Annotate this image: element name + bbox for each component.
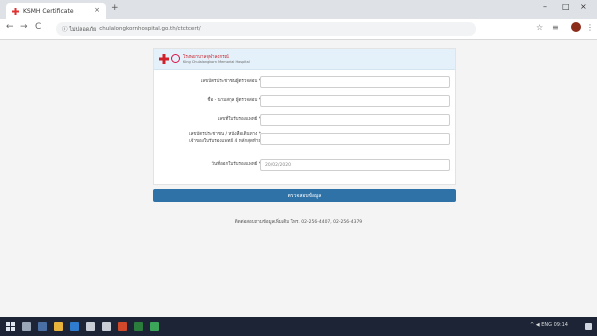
bookmark-star-icon[interactable]: ☆ bbox=[536, 23, 543, 32]
window-close-button[interactable]: × bbox=[580, 2, 587, 11]
hospital-seal-icon bbox=[171, 54, 180, 63]
checker-name-input[interactable] bbox=[260, 95, 450, 107]
excel-icon[interactable] bbox=[134, 322, 143, 331]
task-view-icon[interactable] bbox=[38, 322, 47, 331]
new-tab-button[interactable]: + bbox=[111, 3, 119, 13]
checker-id-input[interactable] bbox=[260, 76, 450, 88]
security-indicator[interactable]: ⓘ ไม่ปลอดภัย bbox=[62, 25, 96, 34]
hospital-name: โรงพยาบาลจุฬาลงกรณ์ bbox=[183, 55, 229, 60]
edge-icon[interactable] bbox=[70, 322, 79, 331]
browser-toolbar: ← → C ⓘ ไม่ปลอดภัย chulalongkornhospital… bbox=[0, 19, 597, 40]
browser-tab[interactable]: KSMH Certificate × bbox=[6, 3, 106, 19]
chrome-icon[interactable] bbox=[150, 322, 159, 331]
verification-form-card: โรงพยาบาลจุฬาลงกรณ์ King Chulalongkorn M… bbox=[153, 48, 456, 185]
reload-button[interactable]: C bbox=[35, 22, 41, 32]
tab-close-icon[interactable]: × bbox=[94, 6, 100, 14]
url-text: chulalongkornhospital.go.th/ctctcert/ bbox=[99, 26, 201, 32]
verify-button[interactable]: ตรวจสอบข้อมูล bbox=[153, 189, 456, 202]
office-icon[interactable] bbox=[118, 322, 127, 331]
field-label: เลขที่ใบรับรองแพทย์ * bbox=[217, 117, 261, 122]
owner-id-last4-input[interactable] bbox=[260, 133, 450, 145]
store-icon[interactable] bbox=[86, 322, 95, 331]
field-label: เลขบัตรประชาชน / หนังสือเดินทาง * bbox=[189, 132, 261, 137]
mail-icon[interactable] bbox=[102, 322, 111, 331]
hospital-subtitle: King Chulalongkorn Memorial Hospital bbox=[183, 60, 250, 64]
address-bar[interactable]: ⓘ ไม่ปลอดภัย chulalongkornhospital.go.th… bbox=[56, 22, 476, 36]
field-label: ชื่อ - นามสกุล ผู้ตรวจสอบ * bbox=[207, 98, 261, 103]
contact-info: ติดต่อสอบถามข้อมูลเพิ่มเติม โทร. 02-256-… bbox=[234, 220, 363, 225]
windows-start-icon[interactable] bbox=[6, 322, 15, 331]
minimize-button[interactable]: – bbox=[543, 2, 547, 11]
page-content: โรงพยาบาลจุฬาลงกรณ์ King Chulalongkorn M… bbox=[0, 40, 597, 317]
tab-title: KSMH Certificate bbox=[23, 7, 74, 15]
field-label: เลขบัตรประชาชนผู้ตรวจสอบ * bbox=[200, 79, 261, 84]
extension-icon[interactable]: ≡ bbox=[552, 23, 559, 32]
system-tray[interactable]: ^ ◀ ENG 09:14 bbox=[530, 322, 568, 328]
field-label: วันที่ออกใบรับรองแพทย์ * bbox=[211, 162, 262, 167]
maximize-button[interactable]: □ bbox=[562, 2, 570, 11]
menu-icon[interactable]: ⋮ bbox=[586, 23, 594, 32]
favicon-icon bbox=[12, 7, 19, 15]
file-explorer-icon[interactable] bbox=[54, 322, 63, 331]
notification-icon[interactable] bbox=[585, 323, 592, 330]
forward-button[interactable]: → bbox=[20, 22, 28, 32]
field-label-line2: เจ้าของใบรับรองแพทย์ 4 หลักสุดท้าย bbox=[189, 139, 261, 144]
form-header: โรงพยาบาลจุฬาลงกรณ์ King Chulalongkorn M… bbox=[154, 49, 455, 70]
search-icon[interactable] bbox=[22, 322, 31, 331]
certificate-number-input[interactable] bbox=[260, 114, 450, 126]
issue-date-input[interactable]: 20/02/2020 bbox=[260, 159, 450, 171]
back-button[interactable]: ← bbox=[6, 22, 14, 32]
red-cross-icon bbox=[159, 54, 169, 64]
tab-bar: KSMH Certificate × + – □ × bbox=[0, 0, 597, 19]
profile-avatar[interactable] bbox=[571, 22, 581, 32]
taskbar: ^ ◀ ENG 09:14 bbox=[0, 317, 597, 336]
